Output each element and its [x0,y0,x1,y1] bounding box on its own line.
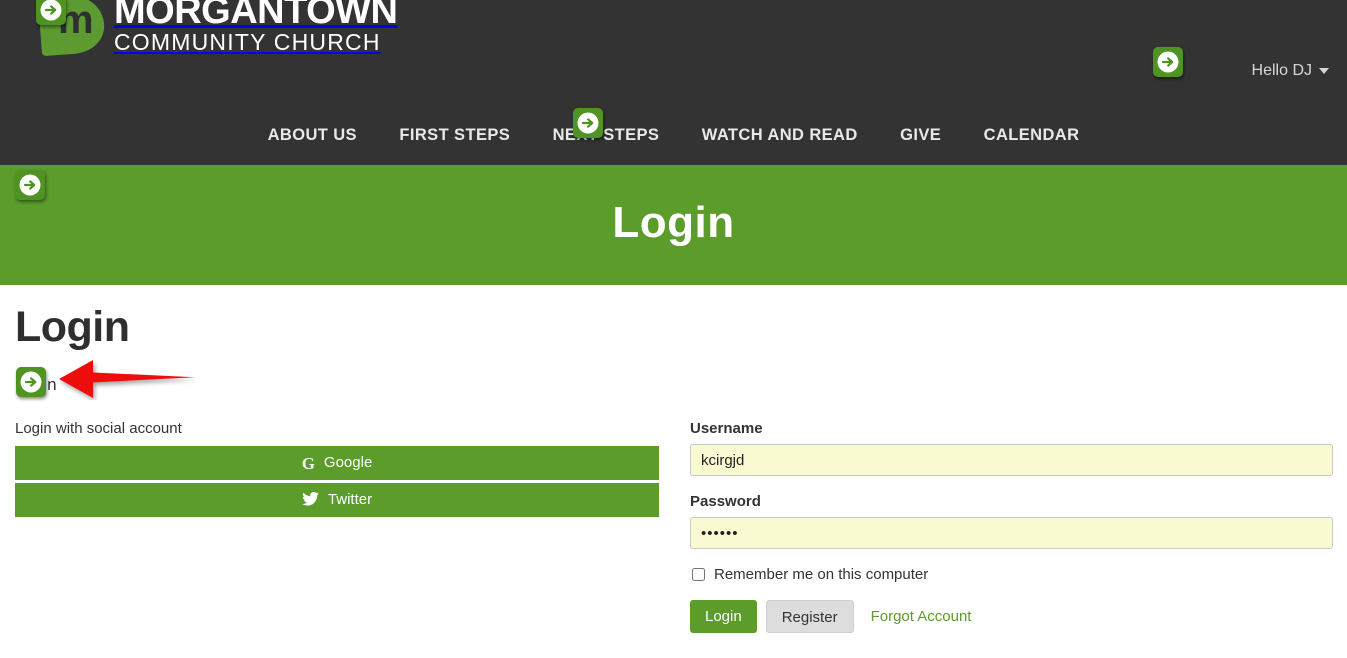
user-menu[interactable]: Hello DJ [1252,62,1329,80]
arrow-circle-right-icon [1157,51,1179,73]
username-label: Username [690,420,763,437]
twitter-login-button[interactable]: Twitter [15,483,659,517]
forgot-account-link[interactable]: Forgot Account [871,608,972,625]
hero-title: Login [612,198,735,247]
google-login-button[interactable]: G Google [15,446,659,480]
main-navigation: ABOUT US FIRST STEPS NEXT STEPS WATCH AN… [0,126,1347,145]
site-header: m MORGANTOWN COMMUNITY CHURCH Hello DJ A… [0,0,1347,165]
brand-tagline: COMMUNITY CHURCH [114,29,381,55]
page-hero-banner: Login [0,165,1347,285]
arrow-circle-right-icon [19,174,41,196]
google-login-label: Google [323,454,373,471]
badge-login-link[interactable] [16,367,46,397]
nav-item-give[interactable]: GIVE [900,126,941,145]
google-g-icon: G [301,454,315,473]
nav-item-next-steps[interactable]: NEXT STEPS [553,126,660,145]
badge-hero[interactable] [15,170,45,200]
twitter-bird-icon [302,485,319,519]
form-actions: Login Register Forgot Account [690,600,1333,633]
red-arrow-pointer [57,358,197,400]
social-login-panel: Login with social account G Google Twitte… [15,420,659,520]
login-button[interactable]: Login [690,600,757,633]
arrow-circle-right-icon [40,0,62,21]
arrow-circle-right-icon [20,371,42,393]
nav-item-watch-and-read[interactable]: WATCH AND READ [702,126,858,145]
page-title: Login [15,303,130,351]
brand-text: MORGANTOWN COMMUNITY CHURCH [114,0,398,57]
nav-item-calendar[interactable]: CALENDAR [984,126,1080,145]
nav-item-first-steps[interactable]: FIRST STEPS [399,126,510,145]
twitter-login-label: Twitter [327,491,373,508]
badge-logo[interactable] [36,0,66,25]
register-button[interactable]: Register [765,600,854,633]
chevron-down-icon [1319,68,1329,74]
password-input[interactable] [690,517,1333,549]
user-greeting-label: Hello DJ [1251,62,1312,79]
brand-name: MORGANTOWN [114,0,398,32]
arrow-circle-right-icon [577,112,599,134]
password-label: Password [690,493,761,510]
badge-nav-about-us[interactable] [573,108,603,138]
username-input[interactable] [690,444,1333,476]
badge-user-menu[interactable] [1153,47,1183,77]
login-form: Username Password Remember me on this co… [690,420,1333,633]
remember-me-checkbox[interactable] [692,568,705,581]
site-logo[interactable]: m MORGANTOWN COMMUNITY CHURCH [34,0,398,57]
remember-me-row: Remember me on this computer [690,566,1333,583]
social-login-label: Login with social account [15,420,182,437]
remember-me-label[interactable]: Remember me on this computer [714,566,928,583]
nav-item-about-us[interactable]: ABOUT US [268,126,357,145]
